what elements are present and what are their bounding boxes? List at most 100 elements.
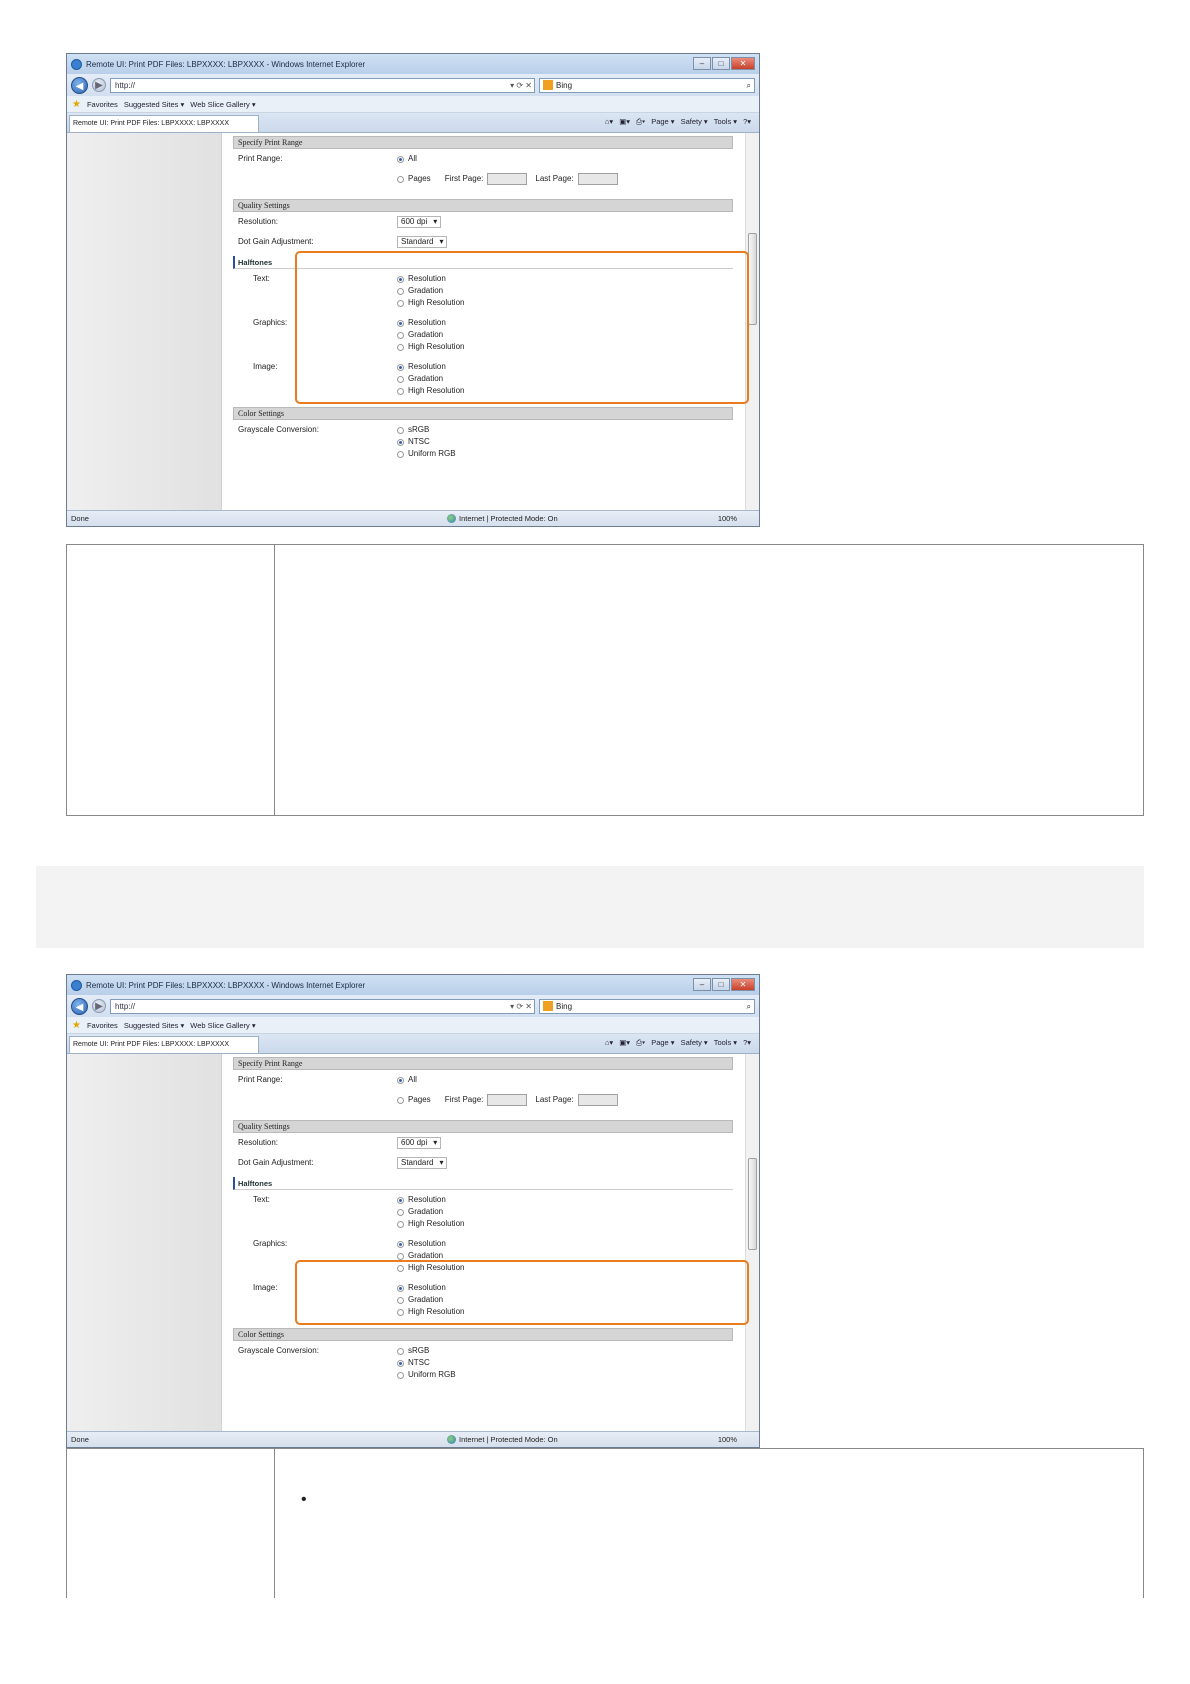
option-label: Resolution xyxy=(408,1283,446,1292)
search-input[interactable]: Bing ⌕ xyxy=(539,77,755,93)
text-radio-resolution[interactable] xyxy=(397,275,404,283)
text-radio-resolution[interactable] xyxy=(397,1196,404,1204)
dot-gain-select[interactable]: Standard ▾ xyxy=(397,1157,448,1169)
image-radio-resolution[interactable] xyxy=(397,363,404,371)
image-radio-high-resolution[interactable] xyxy=(397,1308,404,1316)
close-button[interactable]: ✕ xyxy=(731,57,755,70)
scrollbar-thumb[interactable] xyxy=(748,1158,757,1250)
address-tools-icon[interactable]: ▾ ⟳ ✕ xyxy=(510,1000,532,1013)
resolution-select[interactable]: 600 dpi ▾ xyxy=(397,216,442,228)
maximize-button[interactable]: □ xyxy=(712,978,730,991)
graphics-radio-resolution[interactable] xyxy=(397,319,404,327)
table-label-cell xyxy=(67,1449,275,1598)
color-radio-ntsc[interactable] xyxy=(397,1359,404,1367)
search-icon[interactable]: ⌕ xyxy=(747,79,751,92)
status-text: Done xyxy=(71,514,89,523)
last-page-input[interactable] xyxy=(577,173,618,185)
address-bar[interactable]: http:// ▾ ⟳ ✕ xyxy=(110,998,535,1014)
page-menu[interactable]: Page ▾ xyxy=(651,1038,674,1048)
section-header-color: Color Settings xyxy=(233,407,733,420)
print-icon[interactable]: ⎙▾ xyxy=(636,1038,645,1048)
security-zone: Internet | Protected Mode: On xyxy=(459,514,558,523)
section-header-quality: Quality Settings xyxy=(233,1120,733,1133)
radio-pages[interactable] xyxy=(397,1096,404,1104)
scrollbar-thumb[interactable] xyxy=(748,233,757,325)
minimize-button[interactable]: – xyxy=(693,57,711,70)
feeds-icon[interactable]: ▣▾ xyxy=(619,1038,630,1048)
maximize-button[interactable]: □ xyxy=(712,57,730,70)
safety-menu[interactable]: Safety ▾ xyxy=(681,117,708,127)
dot-gain-select[interactable]: Standard ▾ xyxy=(397,236,448,248)
option-label: Resolution xyxy=(408,362,446,371)
dot-gain-label: Dot Gain Adjustment: xyxy=(238,237,314,246)
option-label: sRGB xyxy=(408,425,430,434)
browser-window-screenshot-1: Remote UI: Print PDF Files: LBPXXXX: LBP… xyxy=(66,53,760,527)
suggested-sites-link[interactable]: Suggested Sites ▾ xyxy=(124,100,184,109)
address-bar[interactable]: http:// ▾ ⟳ ✕ xyxy=(110,77,535,93)
text-radio-gradation[interactable] xyxy=(397,287,404,295)
back-button[interactable]: ◀ xyxy=(71,76,88,94)
web-slice-gallery-link[interactable]: Web Slice Gallery ▾ xyxy=(190,1021,255,1030)
minimize-button[interactable]: – xyxy=(693,978,711,991)
search-input[interactable]: Bing ⌕ xyxy=(539,998,755,1014)
last-page-input[interactable] xyxy=(577,1094,618,1106)
image-radio-high-resolution[interactable] xyxy=(397,387,404,395)
home-icon[interactable]: ⌂▾ xyxy=(605,1038,613,1048)
radio-pages[interactable] xyxy=(397,175,404,183)
first-page-input[interactable] xyxy=(487,173,528,185)
graphics-radio-high-resolution[interactable] xyxy=(397,1264,404,1272)
back-button[interactable]: ◀ xyxy=(71,997,88,1015)
option-label: Gradation xyxy=(408,374,444,383)
option-label: Uniform RGB xyxy=(408,1370,456,1379)
first-page-label: First Page: xyxy=(444,174,484,183)
radio-all[interactable] xyxy=(397,155,404,163)
option-label: Gradation xyxy=(408,1251,444,1260)
suggested-sites-link[interactable]: Suggested Sites ▾ xyxy=(124,1021,184,1030)
resolution-select[interactable]: 600 dpi ▾ xyxy=(397,1137,442,1149)
close-button[interactable]: ✕ xyxy=(731,978,755,991)
browser-tab[interactable]: Remote UI: Print PDF Files: LBPXXXX: LBP… xyxy=(69,1036,259,1053)
image-radio-gradation[interactable] xyxy=(397,1296,404,1304)
favorites-button[interactable]: Favorites xyxy=(87,1021,118,1030)
vertical-scrollbar[interactable] xyxy=(745,133,759,510)
forward-button[interactable]: ▶ xyxy=(92,78,106,92)
browser-tab[interactable]: Remote UI: Print PDF Files: LBPXXXX: LBP… xyxy=(69,115,259,132)
print-icon[interactable]: ⎙▾ xyxy=(636,117,645,127)
forward-button[interactable]: ▶ xyxy=(92,999,106,1013)
zoom-level[interactable]: 100% xyxy=(718,1435,737,1444)
tools-menu[interactable]: Tools ▾ xyxy=(714,1038,737,1048)
address-tools-icon[interactable]: ▾ ⟳ ✕ xyxy=(510,79,532,92)
image-radio-resolution[interactable] xyxy=(397,1284,404,1292)
tools-menu[interactable]: Tools ▾ xyxy=(714,117,737,127)
resolution-label: Resolution: xyxy=(238,217,279,226)
graphics-radio-resolution[interactable] xyxy=(397,1240,404,1248)
option-label: High Resolution xyxy=(408,298,465,307)
feeds-icon[interactable]: ▣▾ xyxy=(619,117,630,127)
text-radio-high-resolution[interactable] xyxy=(397,1220,404,1228)
graphics-radio-high-resolution[interactable] xyxy=(397,343,404,351)
favorites-button[interactable]: Favorites xyxy=(87,100,118,109)
first-page-input[interactable] xyxy=(487,1094,528,1106)
radio-all[interactable] xyxy=(397,1076,404,1084)
text-radio-high-resolution[interactable] xyxy=(397,299,404,307)
color-radio-ntsc[interactable] xyxy=(397,438,404,446)
help-icon[interactable]: ?▾ xyxy=(743,1038,751,1048)
vertical-scrollbar[interactable] xyxy=(745,1054,759,1431)
color-radio-srgb[interactable] xyxy=(397,1347,404,1355)
graphics-radio-gradation[interactable] xyxy=(397,1252,404,1260)
zoom-level[interactable]: 100% xyxy=(718,514,737,523)
home-icon[interactable]: ⌂▾ xyxy=(605,117,613,127)
color-radio-uniform-rgb[interactable] xyxy=(397,1371,404,1379)
web-slice-gallery-link[interactable]: Web Slice Gallery ▾ xyxy=(190,100,255,109)
image-radio-gradation[interactable] xyxy=(397,375,404,383)
last-page-label: Last Page: xyxy=(535,1095,574,1104)
page-menu[interactable]: Page ▾ xyxy=(651,117,674,127)
graphics-radio-gradation[interactable] xyxy=(397,331,404,339)
safety-menu[interactable]: Safety ▾ xyxy=(681,1038,708,1048)
title-bar: Remote UI: Print PDF Files: LBPXXXX: LBP… xyxy=(67,54,759,74)
color-radio-uniform-rgb[interactable] xyxy=(397,450,404,458)
text-radio-gradation[interactable] xyxy=(397,1208,404,1216)
color-radio-srgb[interactable] xyxy=(397,426,404,434)
search-icon[interactable]: ⌕ xyxy=(747,1000,751,1013)
help-icon[interactable]: ?▾ xyxy=(743,117,751,127)
